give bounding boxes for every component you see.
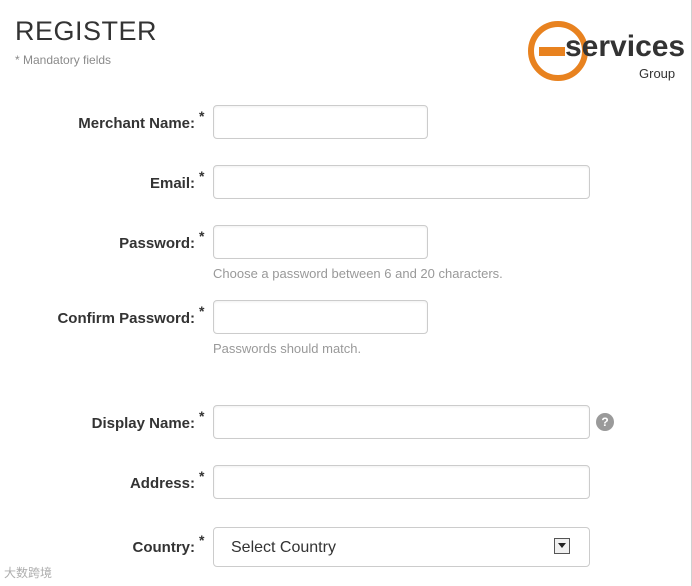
mandatory-fields-note: * Mandatory fields — [15, 53, 112, 67]
country-select-value: Select Country — [231, 539, 336, 556]
password-input[interactable] — [213, 225, 428, 259]
merchant-name-input[interactable] — [213, 105, 428, 139]
display-name-input[interactable] — [213, 405, 590, 439]
password-hint: Choose a password between 6 and 20 chara… — [213, 266, 503, 281]
display-name-required-mark: * — [199, 408, 205, 424]
watermark: 大数跨境 — [4, 564, 52, 581]
password-required-mark: * — [199, 228, 205, 244]
help-icon[interactable]: ? — [596, 413, 614, 431]
brand-logo: services Group — [527, 16, 691, 86]
logo-subtext: Group — [639, 66, 676, 81]
confirm-password-hint: Passwords should match. — [213, 341, 362, 356]
merchant-name-required-mark: * — [199, 108, 205, 124]
address-input[interactable] — [213, 465, 590, 499]
email-input[interactable] — [213, 165, 590, 199]
country-required-mark: * — [199, 532, 205, 548]
confirm-password-required-mark: * — [199, 303, 205, 319]
page-title: REGISTER — [15, 16, 158, 46]
email-label: Email: — [149, 175, 195, 192]
confirm-password-label: Confirm Password: — [57, 310, 195, 327]
address-required-mark: * — [199, 468, 205, 484]
logo-wordmark: services — [565, 30, 686, 63]
chevron-down-icon[interactable] — [554, 538, 570, 554]
merchant-name-label: Merchant Name: — [78, 115, 195, 132]
watermark-text: 大数跨境 — [4, 566, 53, 580]
display-name-label: Display Name: — [91, 415, 195, 432]
password-label: Password: — [119, 235, 195, 252]
confirm-password-input[interactable] — [213, 300, 428, 334]
address-label: Address: — [129, 475, 195, 492]
email-required-mark: * — [199, 168, 205, 184]
country-label: Country: — [132, 539, 196, 556]
country-select[interactable]: Select Country — [213, 527, 590, 567]
